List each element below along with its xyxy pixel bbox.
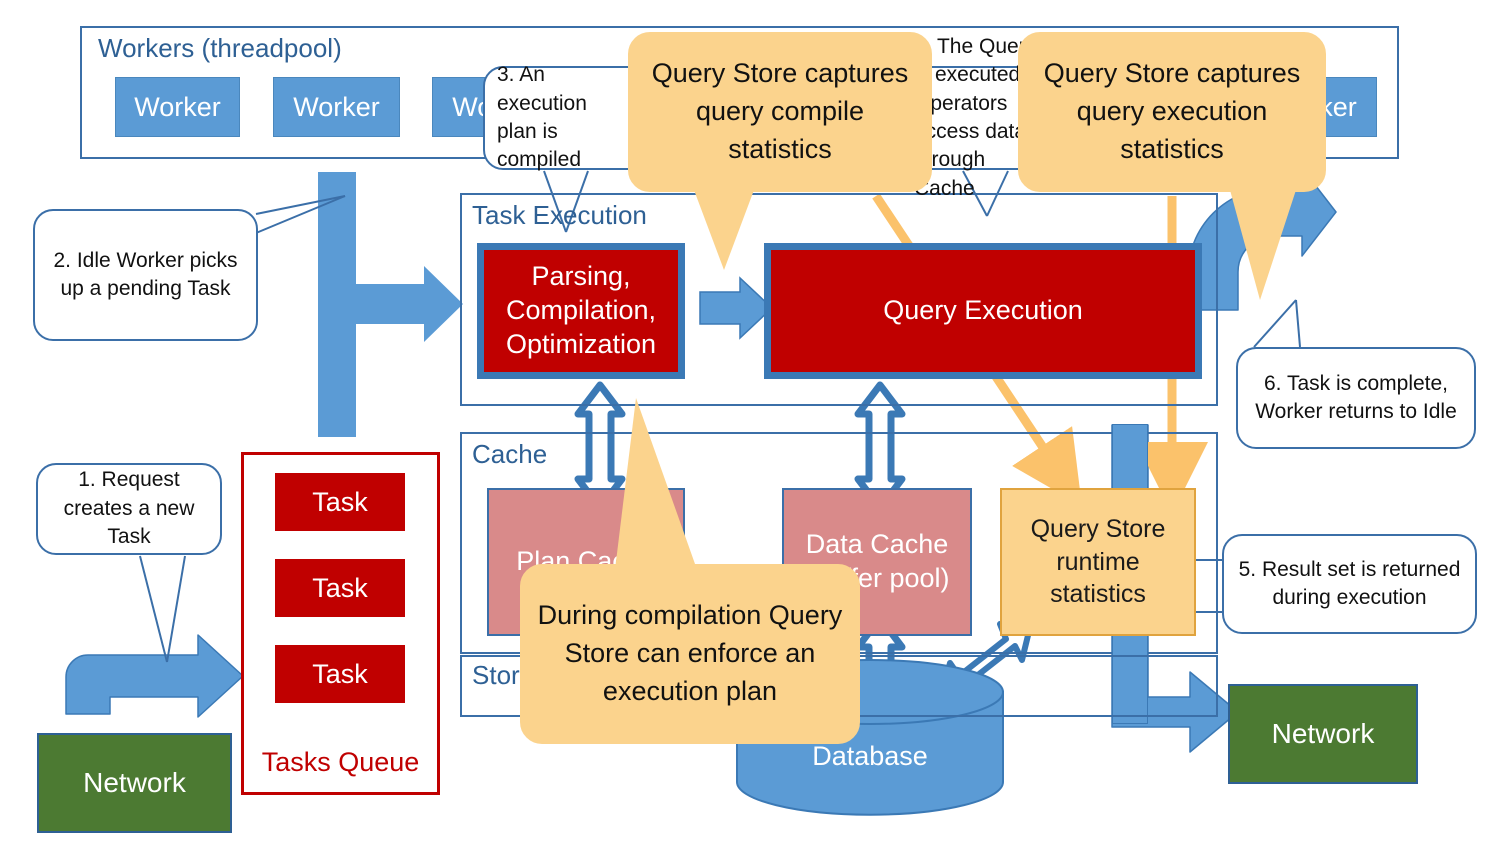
query-execution-label: Query Execution [883, 295, 1083, 326]
callout-step-6: 6. Task is complete, Worker returns to I… [1236, 347, 1476, 449]
callout-step-5-text: 5. Result set is returned during executi… [1238, 557, 1461, 609]
task-box[interactable]: Task [275, 645, 405, 703]
callout-step-6-text: 6. Task is complete, Worker returns to I… [1255, 371, 1457, 423]
worker-to-task-arrow [318, 172, 463, 437]
network-outbound-label: Network [1271, 718, 1375, 749]
worker-label: Worker [134, 91, 221, 122]
network-inbound-arrow [65, 634, 244, 718]
workers-group-label: Workers (threadpool) [98, 33, 342, 63]
callout-step-5: 5. Result set is returned during executi… [1222, 534, 1477, 634]
task-box[interactable]: Task [275, 559, 405, 617]
database-label: Database [812, 741, 928, 771]
task-box[interactable]: Task [275, 473, 405, 531]
parsing-compilation-optimization-block[interactable]: Parsing, Compilation, Optimization [477, 243, 685, 379]
callout-query-store-execution-text: Query Store captures query execution sta… [1043, 58, 1301, 164]
worker-box[interactable]: Worker [273, 77, 400, 137]
network-inbound-box[interactable]: Network [37, 733, 232, 833]
query-store-runtime-statistics-box[interactable]: Query Store runtime statistics [1000, 488, 1196, 636]
callout-step-2-text: 2. Idle Worker picks up a pending Task [53, 248, 238, 300]
callout-step-1-text: 1. Request creates a new Task [63, 468, 195, 549]
task-label: Task [312, 658, 368, 689]
query-store-label: Query Store runtime statistics [1030, 515, 1166, 609]
query-execution-block[interactable]: Query Execution [764, 243, 1202, 379]
task-label: Task [312, 486, 368, 517]
diagram-canvas: Workers (threadpool) Worker Worker Worke… [0, 0, 1502, 851]
callout-step-3-text: 3. An execution plan is compiled [497, 63, 587, 172]
callout-query-store-execution: Query Store captures query execution sta… [1018, 32, 1326, 192]
callout-query-store-enforce: During compilation Query Store can enfor… [520, 564, 860, 744]
compile-block-label: Parsing, Compilation, Optimization [505, 261, 657, 359]
callout-query-store-enforce-text: During compilation Query Store can enfor… [537, 600, 843, 706]
callout-step-1: 1. Request creates a new Task [36, 463, 222, 555]
worker-label: Worker [293, 91, 380, 122]
tasks-queue-label: Tasks Queue [261, 747, 420, 777]
worker-box[interactable]: Worker [115, 77, 240, 137]
network-inbound-label: Network [83, 767, 186, 798]
cache-group-label: Cache [472, 439, 548, 469]
callout-step-2: 2. Idle Worker picks up a pending Task [33, 209, 258, 341]
callout-query-store-compile-text: Query Store captures query compile stati… [651, 58, 909, 164]
callout-query-store-compile: Query Store captures query compile stati… [628, 32, 932, 192]
network-outbound-box[interactable]: Network [1228, 684, 1418, 784]
task-label: Task [312, 572, 368, 603]
task-execution-group-label: Task Execution [472, 200, 647, 230]
